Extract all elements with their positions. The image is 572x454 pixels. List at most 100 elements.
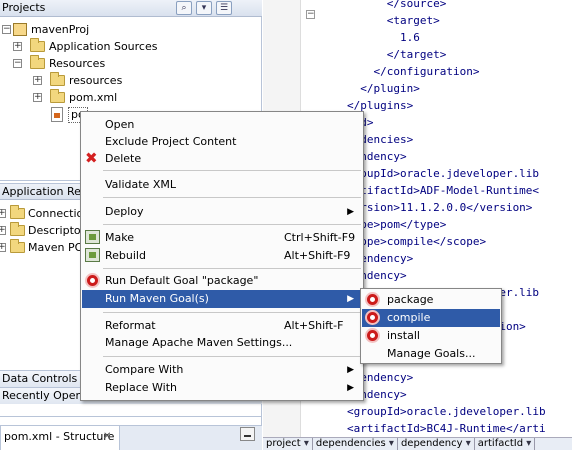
xml-file-icon <box>51 107 63 122</box>
menu-item-replace-with[interactable]: Replace With ▶ <box>82 379 362 397</box>
tree-item-connections[interactable]: + Connectio <box>0 205 83 222</box>
filter-icon[interactable]: ▾ <box>196 1 212 15</box>
code-line[interactable]: </configuration> <box>347 63 480 80</box>
menu-item-validate-xml[interactable]: Validate XML <box>82 176 362 194</box>
code-text: </source> <box>386 0 447 10</box>
recently-opened-title: Recently Opene <box>2 389 90 402</box>
menu-item-label: Make <box>105 231 134 244</box>
collapse-icon[interactable]: − <box>2 25 11 34</box>
menu-item-open[interactable]: Open <box>82 116 362 134</box>
view-menu-icon[interactable]: ☰ <box>216 1 232 15</box>
menu-item-label: Exclude Project Content <box>105 135 237 148</box>
fold-icon[interactable]: − <box>306 10 315 19</box>
code-line[interactable]: scope>compile</scope> <box>347 233 486 250</box>
code-text: <target> <box>386 14 440 27</box>
tree-label: pom.xml <box>69 91 118 104</box>
code-line[interactable]: 1.6 <box>347 29 420 46</box>
submenu-item-manage-goals[interactable]: Manage Goals... <box>362 345 500 363</box>
data-controls-title: Data Controls <box>2 372 78 385</box>
tree-item-maven-pom[interactable]: + Maven PO <box>0 239 84 256</box>
menu-item-run-default-goal[interactable]: Run Default Goal "package" <box>82 272 362 290</box>
submenu-arrow-icon: ▶ <box>347 207 354 217</box>
menu-item-exclude-project-content[interactable]: Exclude Project Content <box>82 133 362 151</box>
menu-item-reformat[interactable]: Reformat Alt+Shift-F <box>82 317 362 335</box>
menu-item-label: Replace With <box>105 381 177 394</box>
menu-item-delete[interactable]: ✖ Delete <box>82 150 362 168</box>
submenu-item-label: compile <box>387 311 431 324</box>
menu-item-shortcut: Ctrl+Shift-F9 <box>284 231 356 244</box>
tree-item-resources[interactable]: − Resources <box>0 55 260 72</box>
folder-icon <box>10 205 25 219</box>
maven-goal-icon <box>365 292 380 307</box>
submenu-arrow-icon: ▶ <box>347 383 354 393</box>
structure-tab[interactable]: pom.xml - Structure ✕ <box>0 425 120 450</box>
code-text: version>11.1.2.0.0</version> <box>347 201 533 214</box>
expand-icon[interactable]: + <box>0 226 6 235</box>
menu-item-manage-maven-settings[interactable]: Manage Apache Maven Settings... <box>82 334 362 352</box>
tree-label: Maven PO <box>28 241 84 254</box>
folder-icon <box>50 89 65 103</box>
make-icon <box>85 230 100 244</box>
menu-item-shortcut: Alt+Shift-F9 <box>284 249 351 262</box>
tree-item-resources-folder[interactable]: + resources <box>0 72 260 89</box>
tree-item-application-sources[interactable]: + Application Sources <box>0 38 260 55</box>
minimize-button[interactable] <box>240 427 255 441</box>
breadcrumb-item[interactable]: dependency <box>398 438 475 450</box>
tree-label: Resources <box>49 57 106 70</box>
projects-panel-header: Projects ⌕ ▾ ☰ <box>0 0 262 17</box>
menu-item-rebuild[interactable]: Rebuild Alt+Shift-F9 <box>82 247 362 265</box>
submenu-item-label: Manage Goals... <box>387 347 476 360</box>
folder-icon <box>10 239 25 253</box>
breadcrumb: projectdependenciesdependencyartifactId <box>263 437 572 450</box>
code-line[interactable]: <artifactId>BC4J-Runtime</arti <box>347 420 546 437</box>
code-text: </target> <box>386 48 447 61</box>
delete-icon: ✖ <box>85 149 98 167</box>
code-text: scope>compile</scope> <box>347 235 487 248</box>
tree-item-pom-folder[interactable]: + pom.xml <box>0 89 260 106</box>
menu-item-make[interactable]: Make Ctrl+Shift-F9 <box>82 229 362 247</box>
submenu-arrow-icon: ▶ <box>347 365 354 375</box>
code-line[interactable]: </plugin> <box>347 80 420 97</box>
code-line[interactable]: groupId>oracle.jdeveloper.lib <box>347 165 539 182</box>
search-icon[interactable]: ⌕ <box>176 1 192 15</box>
expand-icon[interactable]: + <box>33 93 42 102</box>
expand-icon[interactable]: + <box>13 42 22 51</box>
code-text: artifactId>ADF-Model-Runtime< <box>347 184 540 197</box>
breadcrumb-item[interactable]: project <box>263 438 313 450</box>
code-line[interactable]: </target> <box>347 46 447 63</box>
menu-item-shortcut: Alt+Shift-F <box>284 319 344 332</box>
menu-item-label: Run Default Goal "package" <box>105 274 259 287</box>
code-line[interactable]: <groupId>oracle.jdeveloper.lib <box>347 403 546 420</box>
code-text: <artifactId>BC4J-Runtime</arti <box>347 422 546 435</box>
menu-item-deploy[interactable]: Deploy ▶ <box>82 203 362 221</box>
menu-item-label: Compare With <box>105 363 184 376</box>
tree-item-descriptors[interactable]: + Descriptor <box>0 222 85 239</box>
projects-panel-title: Projects <box>2 1 46 14</box>
menu-item-label: Delete <box>105 152 142 165</box>
code-line[interactable]: <target> <box>347 12 440 29</box>
menu-item-compare-with[interactable]: Compare With ▶ <box>82 361 362 379</box>
close-icon[interactable]: ✕ <box>103 431 115 443</box>
collapse-icon[interactable]: − <box>13 59 22 68</box>
submenu-item-compile[interactable]: compile <box>362 309 500 327</box>
tree-label: Descriptor <box>28 224 86 237</box>
menu-item-label: Open <box>105 118 135 131</box>
breadcrumb-item[interactable]: dependencies <box>313 438 398 450</box>
submenu-item-install[interactable]: install <box>362 327 500 345</box>
expand-icon[interactable]: + <box>33 76 42 85</box>
context-menu: Open Exclude Project Content ✖ Delete Va… <box>80 111 364 401</box>
expand-icon[interactable]: + <box>0 209 6 218</box>
breadcrumb-item[interactable]: artifactId <box>475 438 536 450</box>
submenu-item-package[interactable]: package <box>362 291 500 309</box>
code-line[interactable]: version>11.1.2.0.0</version> <box>347 199 532 216</box>
menu-item-run-maven-goals[interactable]: Run Maven Goal(s) ▶ <box>82 290 362 308</box>
code-line[interactable]: artifactId>ADF-Model-Runtime< <box>347 182 539 199</box>
tree-item-project[interactable]: − mavenProj <box>0 21 260 38</box>
code-line[interactable]: </source> <box>347 0 447 12</box>
maven-goal-icon <box>365 328 380 343</box>
menu-item-label: Reformat <box>105 319 156 332</box>
folder-icon <box>50 72 65 86</box>
folder-icon <box>30 55 45 69</box>
expand-icon[interactable]: + <box>0 243 6 252</box>
maven-goal-icon <box>365 310 380 325</box>
